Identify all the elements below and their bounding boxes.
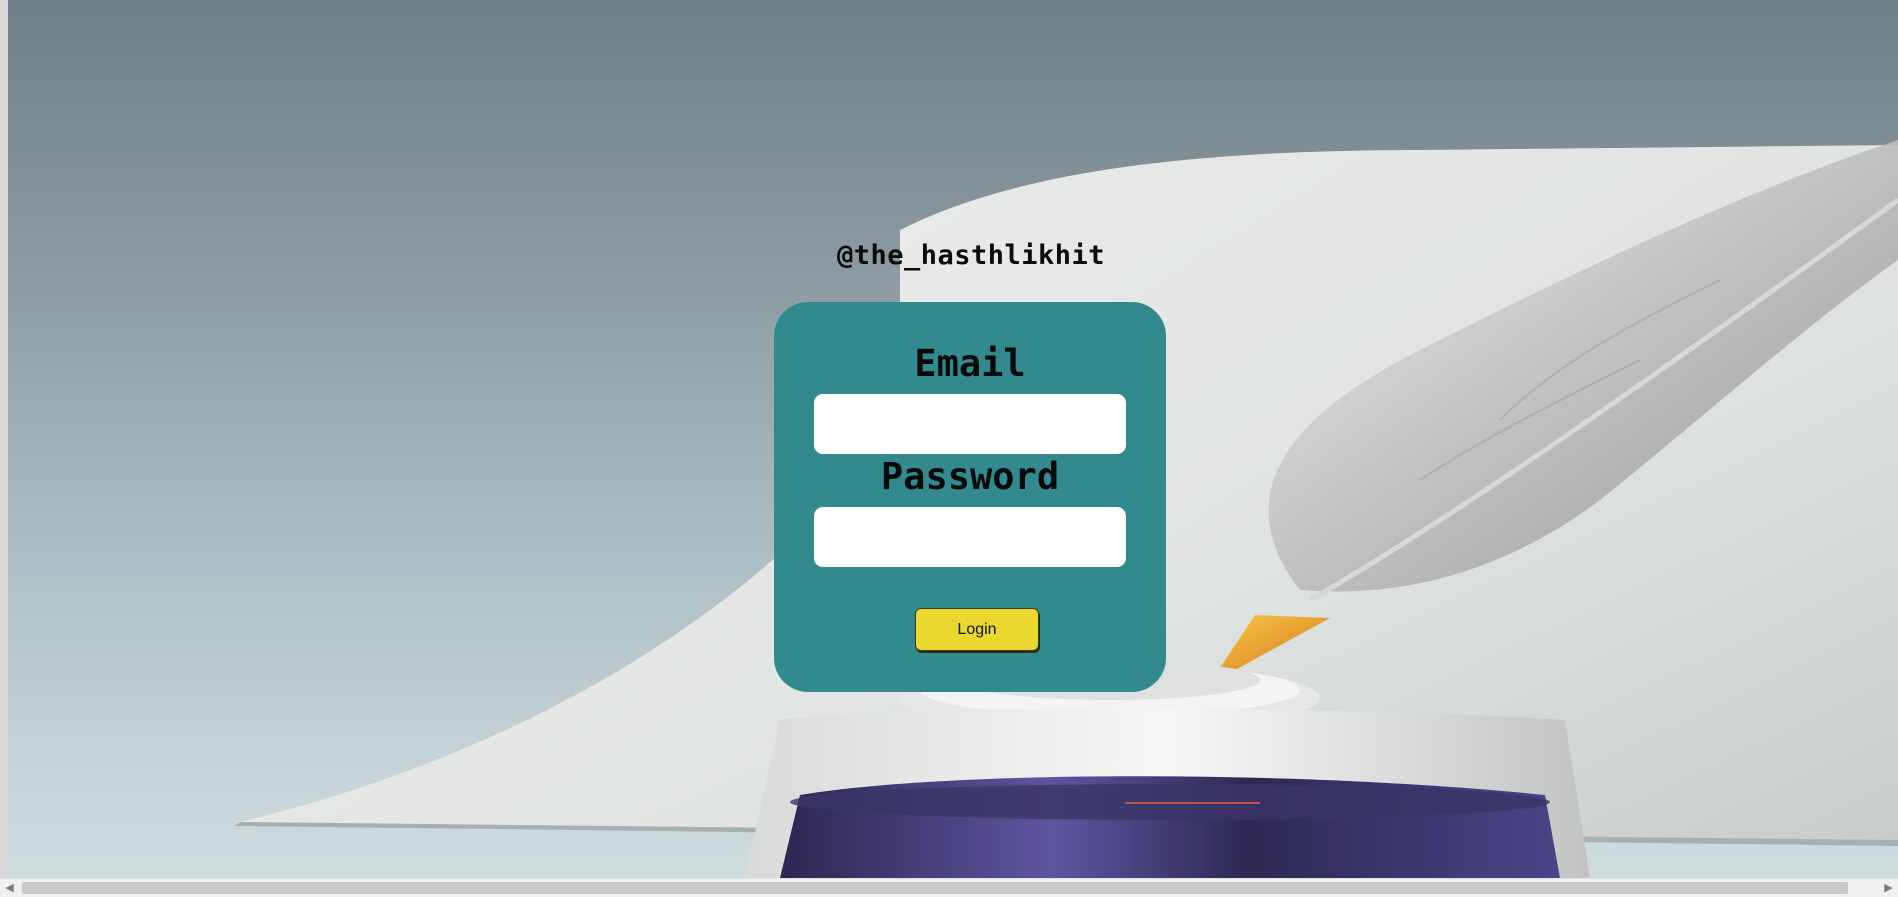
- scroll-right-arrow-icon[interactable]: ▶: [1879, 879, 1898, 897]
- site-handle: @the_hasthlikhit: [836, 240, 1106, 271]
- password-label: Password: [880, 455, 1060, 498]
- login-button[interactable]: Login: [915, 608, 1039, 651]
- scrollbar-thumb[interactable]: [22, 882, 1848, 894]
- email-label: Email: [914, 342, 1026, 385]
- horizontal-scrollbar[interactable]: ◀ ▶: [0, 878, 1898, 897]
- password-field[interactable]: [814, 507, 1126, 567]
- scroll-left-arrow-icon[interactable]: ◀: [0, 879, 19, 897]
- login-card: Email Password Login: [774, 302, 1166, 692]
- page-viewport: @the_hasthlikhit Email Password Login: [0, 0, 1898, 878]
- email-field[interactable]: [814, 394, 1126, 454]
